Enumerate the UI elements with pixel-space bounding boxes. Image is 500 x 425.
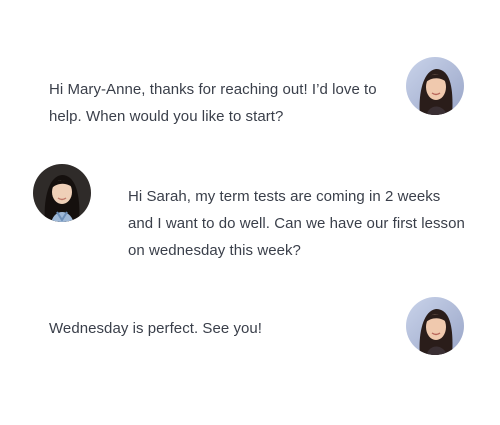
tutor-avatar[interactable] xyxy=(406,297,464,355)
student-message-text: Hi Sarah, my term tests are coming in 2 … xyxy=(128,188,465,259)
tutor-avatar[interactable] xyxy=(406,57,464,115)
student-avatar[interactable] xyxy=(33,164,91,222)
chat-thread: Hi Mary-Anne, thanks for reaching out! I… xyxy=(0,0,500,425)
tutor-message-text: Wednesday is perfect. See you! xyxy=(49,320,263,337)
tutor-message-text: Hi Mary-Anne, thanks for reaching out! I… xyxy=(49,81,377,125)
